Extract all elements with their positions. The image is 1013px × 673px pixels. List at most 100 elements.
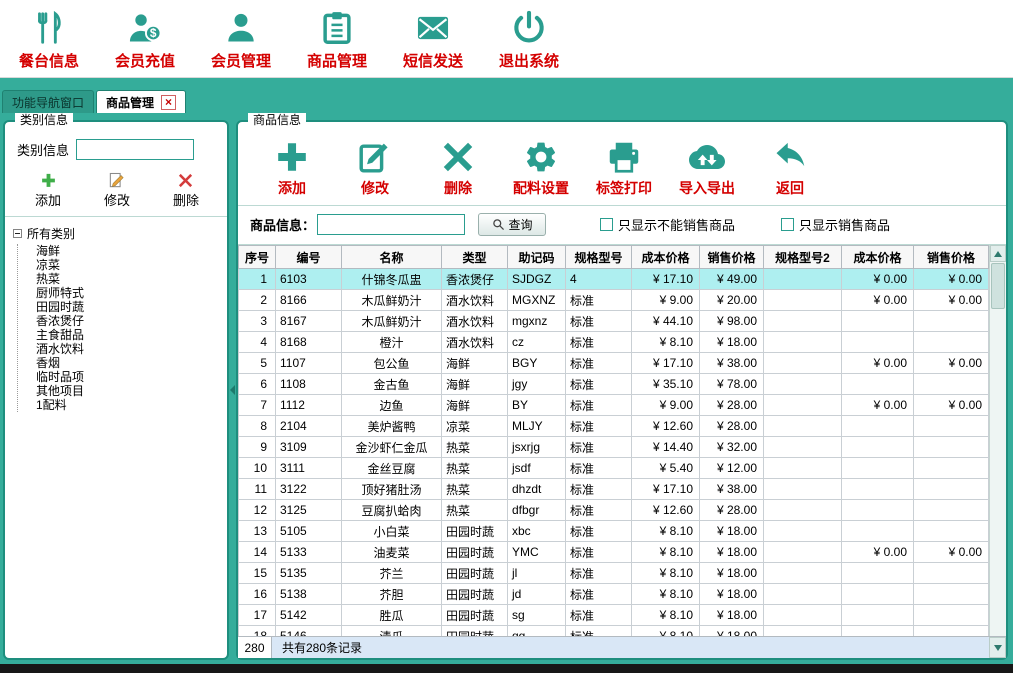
clipboard-icon [318,9,356,47]
category-add-button[interactable]: 添加 [35,172,61,209]
table-cell: 标准 [566,332,632,353]
nav-table-info[interactable]: 餐台信息 [16,9,82,71]
column-header[interactable]: 成本价格 [632,246,700,269]
table-row[interactable]: 93109金沙虾仁金瓜热菜jsxrjg标准¥ 14.40¥ 32.00 [239,437,989,458]
table-row[interactable]: 38167木瓜鲜奶汁酒水饮料mgxnz标准¥ 44.10¥ 98.00 [239,311,989,332]
table-row[interactable]: 123125豆腐扒蛤肉热菜dfbgr标准¥ 12.60¥ 28.00 [239,500,989,521]
column-header[interactable]: 规格型号 [566,246,632,269]
tree-item[interactable]: 海鲜 [18,244,221,258]
column-header[interactable]: 序号 [239,246,276,269]
checkbox-icon[interactable] [781,218,794,231]
table-row[interactable]: 165138芥胆田园时蔬jd标准¥ 8.10¥ 18.00 [239,584,989,605]
scrollbar-thumb[interactable] [991,263,1005,309]
table-row[interactable]: 16103什锦冬瓜盅香浓煲仔SJDGZ4¥ 17.10¥ 49.00¥ 0.00… [239,269,989,290]
toolbar-delete-button[interactable]: 删除 [430,139,486,198]
tree-item[interactable]: 酒水饮料 [18,342,221,356]
utensils-icon [30,9,68,47]
filter-nonsellable-checkbox[interactable]: 只显示不能销售商品 [600,215,735,234]
table-cell: 3109 [276,437,342,458]
tree-item[interactable]: 1配料 [18,398,221,412]
table-cell [842,500,914,521]
table-row[interactable]: 145133油麦菜田园时蔬YMC标准¥ 8.10¥ 18.00¥ 0.00¥ 0… [239,542,989,563]
table-row[interactable]: 51107包公鱼海鲜BGY标准¥ 17.10¥ 38.00¥ 0.00¥ 0.0… [239,353,989,374]
table-row[interactable]: 185146清瓜田园时蔬qg标准¥ 8.10¥ 18.00 [239,626,989,637]
table-row[interactable]: 48168橙汁酒水饮料cz标准¥ 8.10¥ 18.00 [239,332,989,353]
table-row[interactable]: 155135芥兰田园时蔬jl标准¥ 8.10¥ 18.00 [239,563,989,584]
column-header[interactable]: 类型 [442,246,508,269]
column-header[interactable]: 名称 [342,246,442,269]
nav-exit-system[interactable]: 退出系统 [496,9,562,71]
table-row[interactable]: 103111金丝豆腐热菜jsdf标准¥ 5.40¥ 12.00 [239,458,989,479]
table-cell: mgxnz [508,311,566,332]
table-cell: ¥ 78.00 [700,374,764,395]
tree-item[interactable]: 热菜 [18,272,221,286]
column-header[interactable]: 销售价格 [700,246,764,269]
table-cell: jgy [508,374,566,395]
toolbar-label-print-button[interactable]: 标签打印 [596,139,652,198]
nav-member-manage[interactable]: 会员管理 [208,9,274,71]
product-search-input[interactable] [317,214,465,235]
tree-item[interactable]: 临时品项 [18,370,221,384]
svg-text:$: $ [150,26,157,40]
column-header[interactable]: 销售价格 [914,246,989,269]
table-row[interactable]: 113122顶好猪肚汤热菜dhzdt标准¥ 17.10¥ 38.00 [239,479,989,500]
scrollbar-track[interactable] [990,262,1006,636]
toolbar-return-button[interactable]: 返回 [762,139,818,198]
panel-splitter[interactable] [229,120,236,660]
tree-root-all-categories[interactable]: 所有类别 [13,225,221,242]
toolbar-button-label: 配料设置 [513,178,569,198]
status-row: 280 共有280条记录 [238,636,1006,658]
nav-sms-send[interactable]: 短信发送 [400,9,466,71]
table-cell: 香浓煲仔 [442,269,508,290]
nav-member-recharge[interactable]: $会员充值 [112,9,178,71]
table-cell: ¥ 20.00 [700,290,764,311]
vertical-scrollbar[interactable] [989,245,1006,636]
category-input[interactable] [76,139,194,160]
checkbox-icon[interactable] [600,218,613,231]
column-header[interactable]: 成本价格 [842,246,914,269]
table-row[interactable]: 61108金古鱼海鲜jgy标准¥ 35.10¥ 78.00 [239,374,989,395]
import-export-icon [689,139,725,175]
toolbar-modify-button[interactable]: 修改 [347,139,403,198]
tree-collapse-icon[interactable] [13,229,22,238]
table-cell [764,416,842,437]
toolbar-import-export-button[interactable]: 导入导出 [679,139,735,198]
tree-item[interactable]: 香浓煲仔 [18,314,221,328]
category-delete-button[interactable]: 删除 [173,172,199,209]
table-cell: ¥ 0.00 [842,353,914,374]
tree-item[interactable]: 田园时蔬 [18,300,221,314]
tab-close-icon[interactable]: × [161,95,176,110]
scroll-down-button[interactable] [989,637,1006,658]
table-row[interactable]: 82104美炉酱鸭凉菜MLJY标准¥ 12.60¥ 28.00 [239,416,989,437]
table-cell: ¥ 17.10 [632,479,700,500]
scroll-up-button[interactable] [990,245,1006,262]
category-modify-button[interactable]: 修改 [104,172,130,209]
query-button[interactable]: 查询 [478,213,546,236]
column-header[interactable]: 编号 [276,246,342,269]
column-header[interactable]: 规格型号2 [764,246,842,269]
table-cell [842,332,914,353]
table-cell: dfbgr [508,500,566,521]
table-cell [764,626,842,637]
tree-item[interactable]: 其他项目 [18,384,221,398]
table-cell: 清瓜 [342,626,442,637]
tab-function-nav[interactable]: 功能导航窗口 [2,90,94,113]
tab-product-manage[interactable]: 商品管理× [96,90,186,113]
tree-item[interactable]: 厨师特式 [18,286,221,300]
table-row[interactable]: 71112边鱼海鲜BY标准¥ 9.00¥ 28.00¥ 0.00¥ 0.00 [239,395,989,416]
toolbar-ingredient-settings-button[interactable]: 配料设置 [513,139,569,198]
tree-item[interactable]: 主食甜品 [18,328,221,342]
table-row[interactable]: 135105小白菜田园时蔬xbc标准¥ 8.10¥ 18.00 [239,521,989,542]
toolbar-add-button[interactable]: 添加 [264,139,320,198]
table-cell [914,584,989,605]
table-row[interactable]: 28166木瓜鲜奶汁酒水饮料MGXNZ标准¥ 9.00¥ 20.00¥ 0.00… [239,290,989,311]
nav-product-manage[interactable]: 商品管理 [304,9,370,71]
table-cell: 标准 [566,458,632,479]
status-bar: 280 共有280条记录 [238,637,989,658]
tree-item[interactable]: 凉菜 [18,258,221,272]
column-header[interactable]: 助记码 [508,246,566,269]
filter-sellable-checkbox[interactable]: 只显示销售商品 [781,215,890,234]
table-row[interactable]: 175142胜瓜田园时蔬sg标准¥ 8.10¥ 18.00 [239,605,989,626]
table-cell: 6103 [276,269,342,290]
tree-item[interactable]: 香烟 [18,356,221,370]
